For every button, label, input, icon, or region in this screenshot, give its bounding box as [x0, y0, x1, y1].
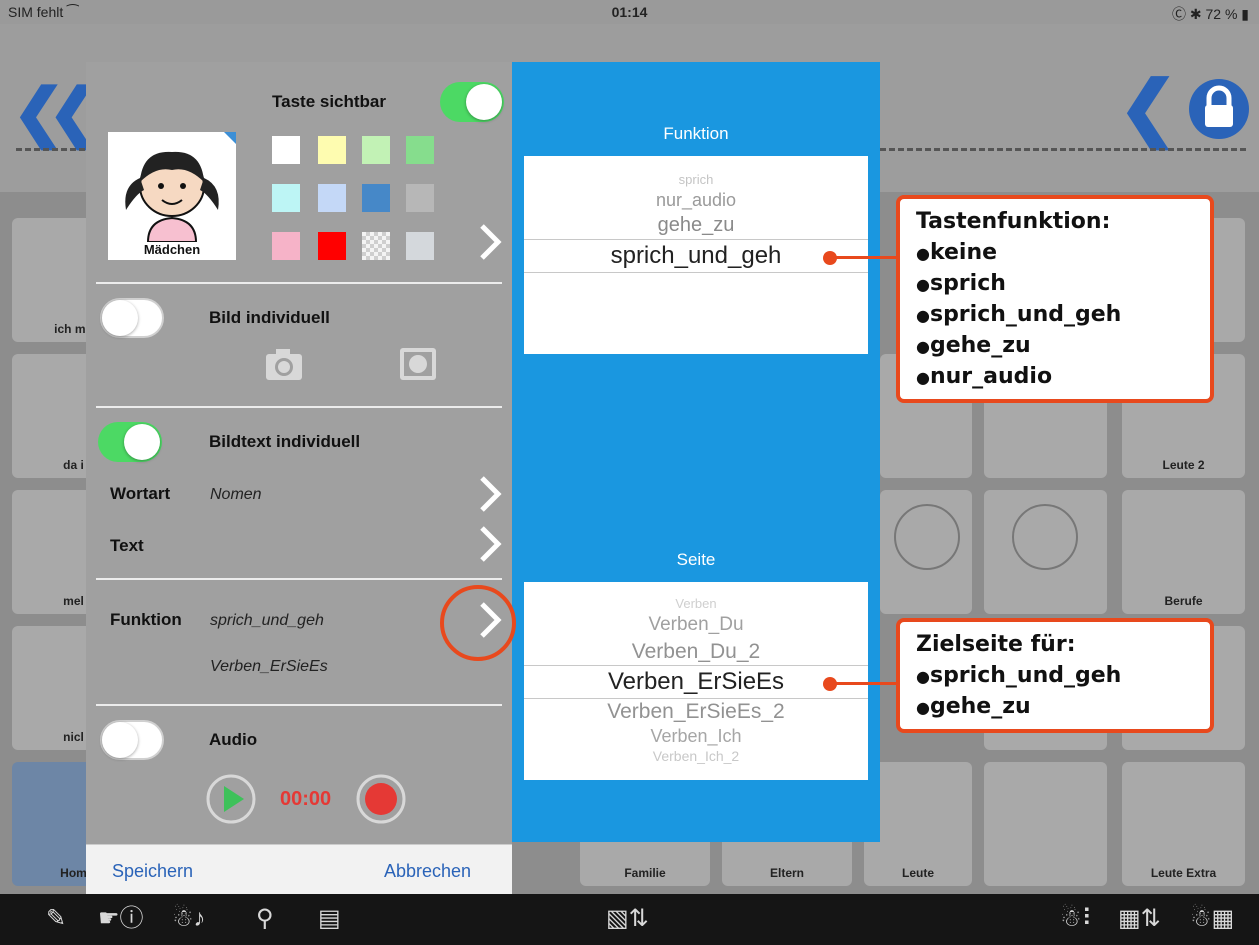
- taste-sichtbar-label: Taste sichtbar: [272, 92, 387, 111]
- funktion-picker[interactable]: sprich nur_audio gehe_zu sprich_und_geh: [524, 156, 868, 354]
- picture-caption: Mädchen: [143, 242, 201, 257]
- pencil-icon[interactable]: ✎: [46, 906, 66, 932]
- grid-swap-icon[interactable]: ▦⇅: [1118, 906, 1161, 932]
- clock: 01:14: [611, 4, 648, 20]
- color-swatch[interactable]: [362, 184, 390, 212]
- color-swatch[interactable]: [362, 232, 390, 260]
- color-swatch[interactable]: [272, 136, 300, 164]
- search-icon[interactable]: ⚲: [256, 906, 274, 932]
- camera-icon[interactable]: [264, 346, 304, 382]
- wortart-chevron-icon[interactable]: [474, 474, 504, 514]
- picker-option[interactable]: Verben_Du_2: [524, 640, 868, 664]
- color-swatch[interactable]: [318, 184, 346, 212]
- picker-option-selected[interactable]: Verben_ErSieEs: [524, 668, 868, 696]
- color-swatch[interactable]: [318, 136, 346, 164]
- play-icon[interactable]: [206, 774, 256, 824]
- audio-timer: 00:00: [280, 788, 332, 810]
- color-swatch[interactable]: [272, 232, 300, 260]
- picker-option[interactable]: gehe_zu: [524, 214, 868, 237]
- color-swatch[interactable]: [406, 136, 434, 164]
- picker-option[interactable]: Verben: [524, 596, 868, 611]
- grid-cell[interactable]: [984, 762, 1107, 886]
- picker-panel: Funktion sprich nur_audio gehe_zu sprich…: [512, 62, 880, 842]
- picker-option[interactable]: Verben_Ich_2: [524, 748, 868, 764]
- panel-footer: Speichern Abbrechen: [86, 844, 512, 896]
- funktion-value: sprich_und_geh: [210, 612, 324, 629]
- text-chevron-icon[interactable]: [474, 524, 504, 564]
- funktion-picker-title: Funktion: [663, 124, 729, 143]
- save-button[interactable]: Speichern: [112, 861, 193, 882]
- lock-icon[interactable]: [1188, 76, 1250, 142]
- key-settings-panel: Taste sichtbar Mädchen Bild individuell …: [86, 62, 512, 896]
- picker-option[interactable]: Verben_ErSieEs_2: [524, 700, 868, 724]
- grid-icon[interactable]: ☃⠇: [1060, 906, 1099, 932]
- divider: [96, 406, 502, 408]
- picker-option[interactable]: Verben_Ich: [524, 726, 868, 747]
- cancel-button[interactable]: Abbrechen: [384, 861, 471, 882]
- wortart-label: Wortart: [110, 484, 171, 503]
- divider: [96, 704, 502, 706]
- picker-option-selected[interactable]: sprich_und_geh: [524, 242, 868, 270]
- chevron-right-icon[interactable]: [474, 222, 504, 262]
- seite-picker[interactable]: Verben Verben_Du Verben_Du_2 Verben_ErSi…: [524, 582, 868, 780]
- bildtext-individuell-toggle[interactable]: [98, 422, 162, 462]
- speaker-icon[interactable]: ☃♪: [172, 906, 206, 932]
- layout-swap-icon[interactable]: ▧⇅: [606, 906, 649, 932]
- back-icon[interactable]: ❮: [1118, 72, 1178, 144]
- grid-cell-leute[interactable]: Leute: [864, 762, 972, 886]
- wortart-value: Nomen: [210, 486, 262, 503]
- girl-icon: [125, 132, 236, 243]
- document-icon[interactable]: ▤: [318, 906, 341, 932]
- bild-individuell-label: Bild individuell: [209, 308, 330, 327]
- text-label: Text: [110, 536, 144, 555]
- record-icon[interactable]: [356, 774, 406, 824]
- picker-option[interactable]: sprich: [524, 172, 868, 187]
- annotation-line: [830, 682, 898, 685]
- funktion-label: Funktion: [110, 610, 182, 629]
- bild-individuell-toggle[interactable]: [100, 298, 164, 338]
- color-swatch[interactable]: [406, 184, 434, 212]
- grid-cell-leute-extra[interactable]: Leute Extra: [1122, 762, 1245, 886]
- zielseite-callout: Zielseite für: sprich_und_geh gehe_zu: [896, 618, 1214, 733]
- divider: [96, 578, 502, 580]
- grid-add-icon[interactable]: ☃▦: [1190, 906, 1234, 932]
- photo-icon[interactable]: [398, 346, 438, 382]
- highlight-ring: [440, 585, 516, 661]
- color-swatch[interactable]: [272, 184, 300, 212]
- taste-sichtbar-toggle[interactable]: [440, 82, 504, 122]
- info-icon[interactable]: ☛ⓘ: [98, 906, 144, 932]
- double-back-icon[interactable]: ❮❮: [12, 80, 101, 144]
- color-swatch[interactable]: [362, 136, 390, 164]
- picker-option[interactable]: nur_audio: [524, 190, 868, 211]
- color-swatch[interactable]: [406, 232, 434, 260]
- grid-cell[interactable]: [984, 490, 1107, 614]
- tastenfunktion-callout: Tastenfunktion: keine sprich sprich_und_…: [896, 195, 1214, 403]
- bottom-toolbar: ✎ ☛ⓘ ☃♪ ⚲ ▤ ▧⇅ ☃⠇ ▦⇅ ☃▦: [0, 894, 1259, 945]
- key-picture[interactable]: Mädchen: [108, 132, 236, 260]
- audio-toggle[interactable]: [100, 720, 164, 760]
- seite-picker-title: Seite: [676, 550, 716, 569]
- color-swatch[interactable]: [318, 232, 346, 260]
- divider: [96, 282, 502, 284]
- grid-cell-berufe[interactable]: Berufe: [1122, 490, 1245, 614]
- audio-label: Audio: [209, 730, 258, 749]
- picker-option[interactable]: Verben_Du: [524, 614, 868, 636]
- status-bar: SIM fehlt ⁀ 01:14 Ⓒ ✱ 72 % ▮: [0, 0, 1259, 24]
- grid-cell[interactable]: [880, 490, 972, 614]
- annotation-line: [830, 256, 898, 259]
- battery-status: Ⓒ ✱ 72 % ▮: [1171, 6, 1249, 22]
- bildtext-individuell-label: Bildtext individuell: [209, 432, 361, 451]
- ziel-seite-value: Verben_ErSieEs: [210, 658, 328, 675]
